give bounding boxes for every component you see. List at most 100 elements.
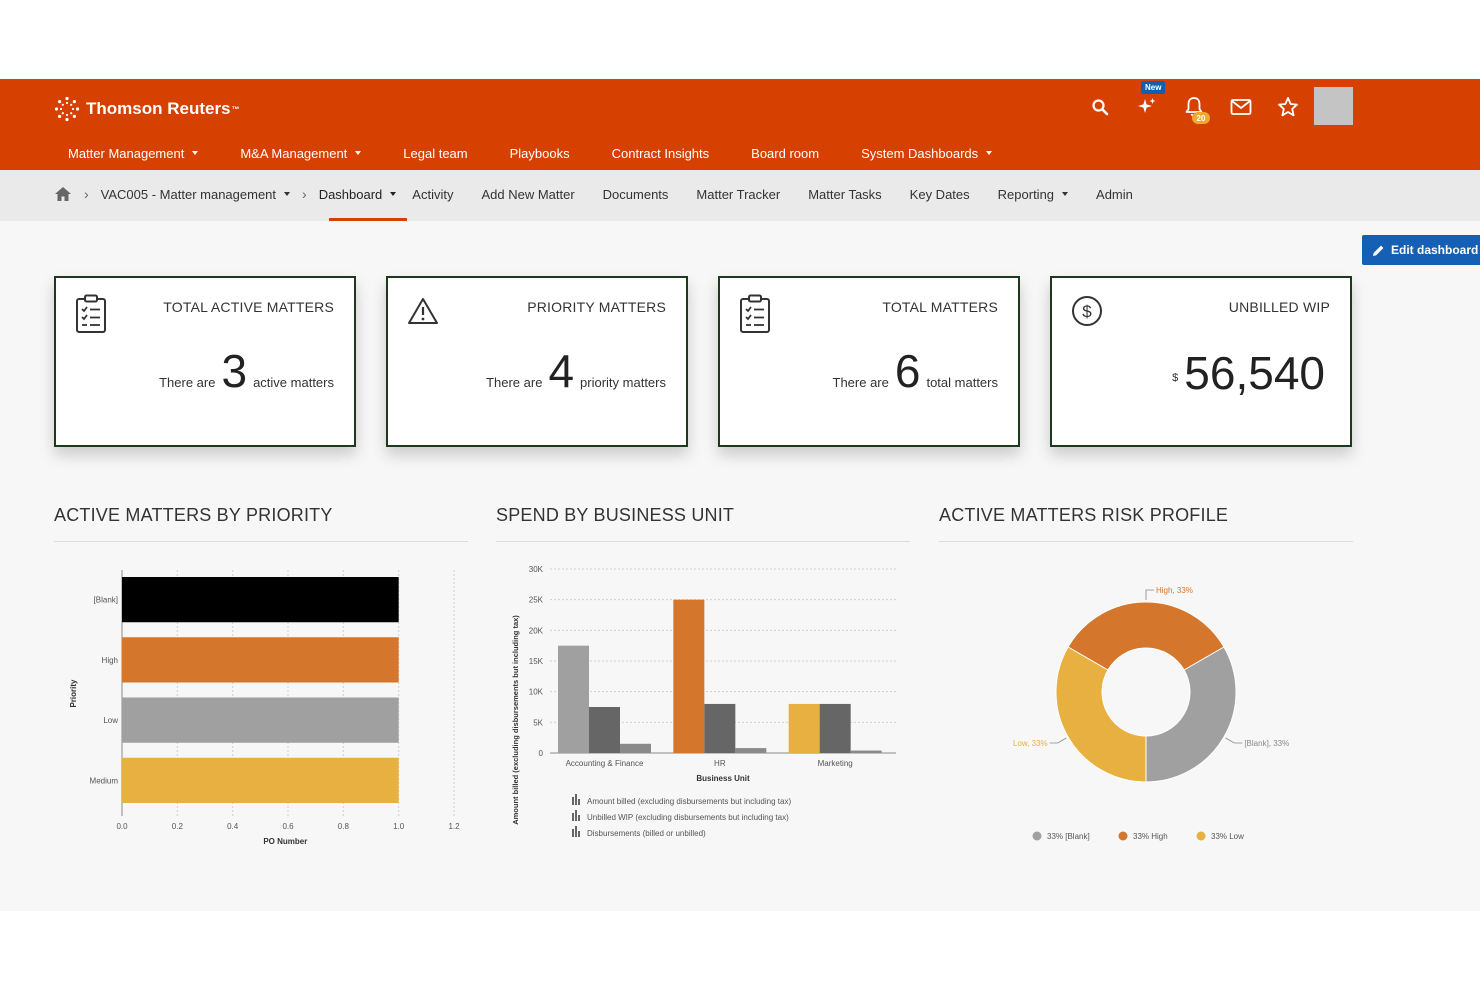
chevron-down-icon bbox=[284, 192, 291, 196]
section-title-priority: ACTIVE MATTERS BY PRIORITY bbox=[54, 505, 333, 525]
y-tick-label: 25K bbox=[529, 596, 544, 605]
tab-documents[interactable]: Documents bbox=[603, 187, 669, 202]
legend-swatch bbox=[572, 829, 574, 837]
section-title-spend: SPEND BY BUSINESS UNIT bbox=[496, 505, 735, 525]
nav-label: Board room bbox=[751, 145, 820, 161]
nav-board-room[interactable]: Board room bbox=[751, 144, 819, 162]
slice-label: [Blank], 33% bbox=[1244, 739, 1289, 748]
tab-add-new-matter[interactable]: Add New Matter bbox=[481, 187, 574, 202]
brand-trademark: ™ bbox=[231, 104, 240, 114]
card-title: TOTAL ACTIVE MATTERS bbox=[163, 299, 334, 315]
card-total-active-matters[interactable]: TOTAL ACTIVE MATTERS There are 3 active ma… bbox=[54, 276, 356, 447]
bar bbox=[122, 697, 399, 743]
slice-label: Low, 33% bbox=[1013, 739, 1048, 748]
card-summary: There are 3 active matters bbox=[159, 348, 334, 394]
breadcrumb: › VAC005 - Matter management › Dashboard… bbox=[54, 186, 1161, 202]
brand-logo[interactable]: Thomson Reuters ™ bbox=[54, 96, 240, 122]
bar bbox=[850, 750, 882, 753]
nav-label: Playbooks bbox=[509, 145, 570, 161]
y-tick-label: 5K bbox=[533, 718, 543, 727]
spend-bar-chart: 0 5K 10K 15K 20K 25K 30K Accounting & Finance HR… bbox=[511, 565, 896, 838]
nav-label: System Dashboards bbox=[861, 145, 979, 161]
legend-swatch bbox=[578, 831, 580, 837]
bar bbox=[122, 757, 399, 803]
legend-swatch bbox=[572, 813, 574, 821]
x-axis-title: Business Unit bbox=[696, 774, 750, 783]
y-tick-label: 10K bbox=[529, 688, 544, 697]
y-tick-label: 0 bbox=[539, 749, 544, 758]
tab-admin[interactable]: Admin bbox=[1096, 187, 1133, 202]
x-tick-label: 0.8 bbox=[338, 822, 350, 831]
y-tick-label: Medium bbox=[90, 776, 119, 785]
y-tick-label: 15K bbox=[529, 657, 544, 666]
x-tick-label: 0.4 bbox=[227, 822, 239, 831]
notifications-button[interactable]: 20 bbox=[1180, 94, 1210, 124]
bar bbox=[673, 599, 705, 753]
card-prefix: There are bbox=[486, 375, 543, 390]
y-tick-label: 30K bbox=[529, 565, 544, 574]
card-suffix: active matters bbox=[253, 375, 334, 390]
search-icon bbox=[1092, 99, 1109, 116]
y-tick-label: [Blank] bbox=[94, 596, 118, 605]
x-tick-label: 0.2 bbox=[172, 822, 184, 831]
tab-dashboard[interactable]: Dashboard bbox=[319, 187, 397, 202]
nav-legal-team[interactable]: Legal team bbox=[403, 144, 467, 162]
user-avatar[interactable] bbox=[1314, 87, 1353, 125]
tab-matter-tracker[interactable]: Matter Tracker bbox=[696, 187, 780, 202]
chevron-down-icon bbox=[1062, 192, 1069, 196]
donut-slice bbox=[1145, 646, 1237, 783]
warning-icon bbox=[408, 298, 438, 324]
ai-assistant-button[interactable] bbox=[1133, 94, 1161, 120]
nav-contract-insights[interactable]: Contract Insights bbox=[612, 144, 710, 162]
priority-bar-chart: 0.0 0.2 0.4 0.6 0.8 1.0 1.2 [Blank] High Low Mediu… bbox=[69, 570, 460, 846]
x-tick-label: 1.0 bbox=[393, 822, 405, 831]
card-title: TOTAL MATTERS bbox=[882, 299, 998, 315]
chevron-right-icon: › bbox=[84, 186, 89, 202]
card-title: PRIORITY MATTERS bbox=[527, 299, 666, 315]
new-badge: New bbox=[1141, 81, 1166, 94]
legend-swatch bbox=[575, 810, 577, 821]
tab-key-dates[interactable]: Key Dates bbox=[910, 187, 970, 202]
breadcrumb-matter[interactable]: VAC005 - Matter management bbox=[100, 186, 291, 202]
section-title-risk: ACTIVE MATTERS RISK PROFILE bbox=[939, 505, 1229, 525]
messages-button[interactable] bbox=[1227, 94, 1255, 120]
card-priority-matters[interactable]: PRIORITY MATTERS There are 4 priority matt… bbox=[386, 276, 688, 447]
nav-playbooks[interactable]: Playbooks bbox=[510, 144, 570, 162]
home-icon[interactable] bbox=[54, 186, 72, 202]
x-tick-label: 0.0 bbox=[116, 822, 128, 831]
favorites-button[interactable] bbox=[1274, 94, 1302, 120]
section-divider bbox=[496, 541, 910, 542]
nav-system-dashboards[interactable]: System Dashboards bbox=[861, 144, 993, 162]
tab-reporting[interactable]: Reporting bbox=[998, 187, 1069, 202]
x-tick-label: HR bbox=[714, 759, 726, 768]
bar bbox=[122, 637, 399, 683]
y-tick-label: Low bbox=[103, 716, 118, 725]
breadcrumb-matter-label: VAC005 - Matter management bbox=[100, 186, 277, 202]
legend-swatch bbox=[575, 794, 577, 805]
x-tick-label: 0.6 bbox=[282, 822, 294, 831]
legend-swatch-icon bbox=[1032, 831, 1042, 841]
card-total-matters[interactable]: TOTAL MATTERS There are 6 total matters bbox=[718, 276, 1020, 447]
chevron-down-icon bbox=[192, 151, 199, 155]
section-divider bbox=[939, 541, 1353, 542]
slice-leader-line bbox=[1145, 589, 1154, 600]
tab-activity[interactable]: Activity bbox=[412, 187, 453, 202]
legend-swatch bbox=[578, 815, 580, 821]
risk-donut-chart: High, 33% [Blank], 33% Low, 33% 33% [Blank]… bbox=[1013, 586, 1289, 841]
nav-matter-management[interactable]: Matter Management bbox=[68, 144, 199, 162]
nav-label: Contract Insights bbox=[611, 145, 710, 161]
legend-label: 33% High bbox=[1133, 832, 1168, 841]
slice-label: High, 33% bbox=[1156, 586, 1193, 595]
search-button[interactable] bbox=[1086, 94, 1114, 120]
tab-matter-tasks[interactable]: Matter Tasks bbox=[808, 187, 881, 202]
card-currency: $ bbox=[1172, 372, 1179, 384]
donut-slice bbox=[1055, 646, 1147, 783]
legend-label: Amount billed (excluding disbursements b… bbox=[587, 797, 791, 806]
x-tick-label: Accounting & Finance bbox=[566, 759, 644, 768]
nav-label: Matter Management bbox=[68, 145, 185, 161]
clipboard-checklist-icon bbox=[740, 294, 770, 333]
legend-swatch-icon bbox=[1118, 831, 1128, 841]
card-unbilled-wip[interactable]: $ UNBILLED WIP $56,540 bbox=[1050, 276, 1352, 447]
edit-dashboard-button[interactable]: Edit dashboard bbox=[1362, 235, 1480, 265]
nav-ma-management[interactable]: M&A Management bbox=[240, 144, 362, 162]
